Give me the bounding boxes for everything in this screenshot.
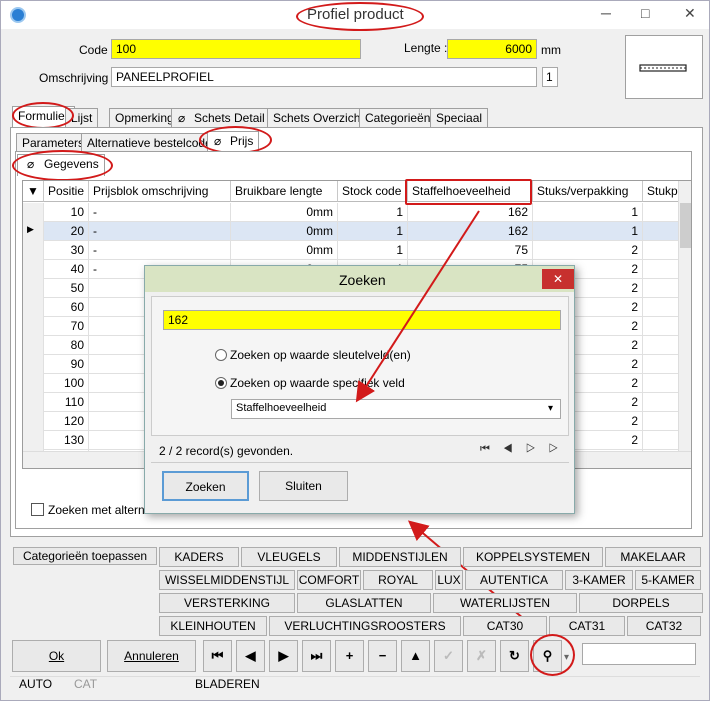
search-dropdown-icon[interactable]: ▾	[564, 652, 569, 663]
category-button[interactable]: GLASLATTEN	[297, 593, 431, 613]
category-button[interactable]: MIDDENSTIJLEN	[339, 547, 461, 567]
category-button[interactable]: DORPELS	[579, 593, 703, 613]
last-record-icon[interactable]: ⏭	[302, 640, 331, 672]
refresh-icon[interactable]: ↻	[500, 640, 529, 672]
category-button[interactable]: CAT32	[627, 616, 701, 636]
status-bar	[10, 676, 700, 696]
delete-icon[interactable]: −	[368, 640, 397, 672]
quick-search-field[interactable]	[582, 643, 696, 665]
confirm-icon[interactable]: ✓	[434, 640, 463, 672]
category-button[interactable]: ROYAL	[363, 570, 433, 590]
ok-button[interactable]: Ok	[12, 640, 101, 672]
category-button[interactable]: VERSTERKING	[159, 593, 295, 613]
status-auto: AUTO	[19, 677, 53, 691]
edit-up-icon[interactable]: ▲	[401, 640, 430, 672]
status-mode: BLADEREN	[195, 677, 260, 691]
category-button[interactable]: LUX	[435, 570, 463, 590]
next-record-icon[interactable]: ▶	[269, 640, 298, 672]
first-record-icon[interactable]: ⏮	[203, 640, 232, 672]
category-button[interactable]: VLEUGELS	[241, 547, 337, 567]
category-button[interactable]: WISSELMIDDENSTIJL	[159, 570, 295, 590]
category-button[interactable]: 5-KAMER	[635, 570, 701, 590]
category-button[interactable]: MAKELAAR	[605, 547, 701, 567]
category-button[interactable]: KLEINHOUTEN	[159, 616, 267, 636]
status-cat: CAT	[74, 677, 98, 691]
category-button[interactable]: KOPPELSYSTEMEN	[463, 547, 603, 567]
apply-categories-button[interactable]: Categorieën toepassen	[13, 547, 157, 565]
add-icon[interactable]: +	[335, 640, 364, 672]
previous-record-icon[interactable]: ◀	[236, 640, 265, 672]
category-button[interactable]: CAT30	[463, 616, 547, 636]
category-button[interactable]: WATERLIJSTEN	[433, 593, 577, 613]
category-button[interactable]: COMFORT	[297, 570, 361, 590]
category-button[interactable]: 3-KAMER	[565, 570, 633, 590]
binoculars-icon[interactable]: ⚲	[533, 640, 562, 672]
cancel-button[interactable]: Annuleren	[107, 640, 196, 672]
category-button[interactable]: KADERS	[159, 547, 239, 567]
main-window: Profiel product ─ □ ✕ Code : 100 Lengte …	[0, 0, 710, 701]
category-button[interactable]: CAT31	[549, 616, 625, 636]
category-button[interactable]: VERLUCHTINGSROOSTERS	[269, 616, 461, 636]
cancel-edit-icon[interactable]: ✗	[467, 640, 496, 672]
category-button[interactable]: AUTENTICA	[465, 570, 563, 590]
